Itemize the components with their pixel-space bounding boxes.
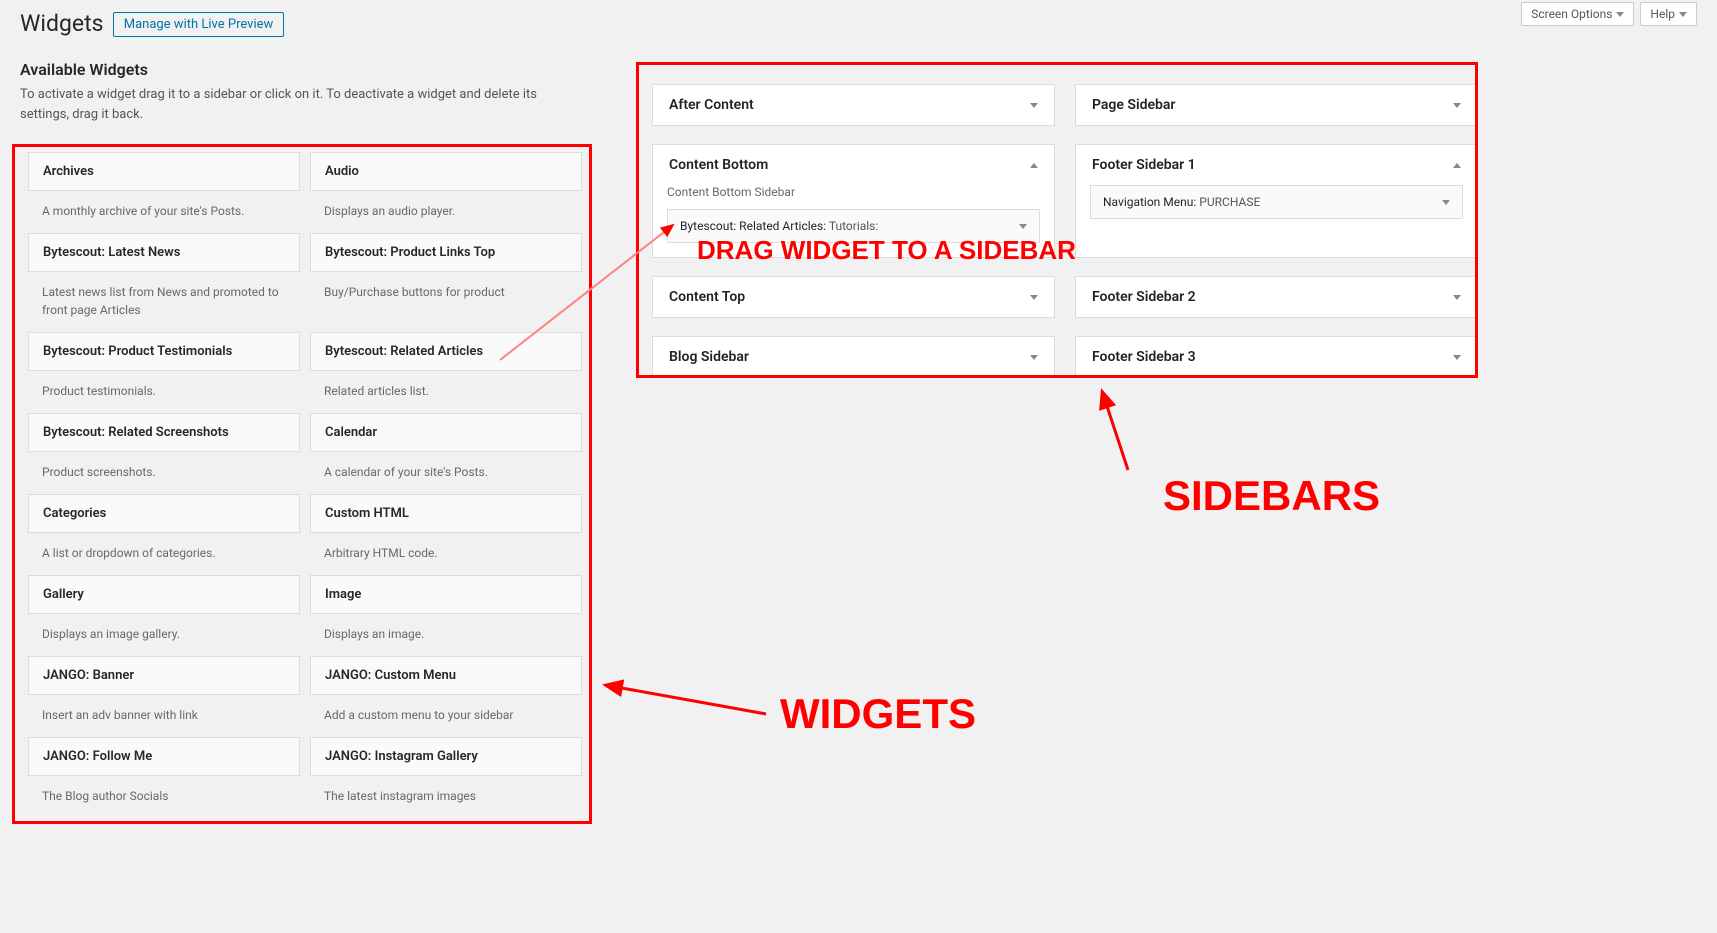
chevron-down-icon xyxy=(1030,295,1038,300)
available-widgets-description: To activate a widget drag it to a sideba… xyxy=(20,85,560,124)
available-widget[interactable]: Categories xyxy=(28,494,300,533)
available-widget-description: Add a custom menu to your sidebar xyxy=(310,695,582,737)
available-widget-description: Related articles list. xyxy=(310,371,582,413)
available-widget[interactable]: Bytescout: Related Screenshots xyxy=(28,413,300,452)
chevron-up-icon xyxy=(1453,163,1461,168)
help-button[interactable]: Help xyxy=(1640,2,1697,26)
available-widget[interactable]: Calendar xyxy=(310,413,582,452)
available-widget-description: Displays an image gallery. xyxy=(28,614,300,656)
screen-options-button[interactable]: Screen Options xyxy=(1521,2,1634,26)
available-widget-description: Product testimonials. xyxy=(28,371,300,413)
available-widget-description: A list or dropdown of categories. xyxy=(28,533,300,575)
available-widget[interactable]: Bytescout: Product Links Top xyxy=(310,233,582,272)
sidebar-footer-2[interactable]: Footer Sidebar 2 xyxy=(1075,276,1478,318)
sidebar-title: Footer Sidebar 2 xyxy=(1092,289,1196,305)
chevron-down-icon xyxy=(1030,355,1038,360)
available-widget[interactable]: Gallery xyxy=(28,575,300,614)
chevron-down-icon xyxy=(1679,12,1687,17)
sidebar-title: Blog Sidebar xyxy=(669,349,749,365)
sidebar-page-sidebar[interactable]: Page Sidebar xyxy=(1075,84,1478,126)
available-widget-description: Product screenshots. xyxy=(28,452,300,494)
chevron-down-icon xyxy=(1616,12,1624,17)
chevron-down-icon xyxy=(1453,295,1461,300)
available-widget[interactable]: Bytescout: Latest News xyxy=(28,233,300,272)
sidebar-description: Content Bottom Sidebar xyxy=(667,185,1040,199)
available-widget[interactable]: JANGO: Follow Me xyxy=(28,737,300,776)
chevron-down-icon xyxy=(1442,200,1450,205)
available-widget-description: Displays an image. xyxy=(310,614,582,656)
live-preview-button[interactable]: Manage with Live Preview xyxy=(113,12,285,37)
widget-instance-navigation-menu[interactable]: Navigation Menu: PURCHASE xyxy=(1090,185,1463,219)
sidebars-panel: After Content Page Sidebar Content Botto… xyxy=(640,72,1490,390)
sidebar-title: Footer Sidebar 1 xyxy=(1092,157,1196,173)
sidebar-blog-sidebar[interactable]: Blog Sidebar xyxy=(652,336,1055,378)
available-widget-description: Buy/Purchase buttons for product xyxy=(310,272,582,314)
sidebar-content-bottom[interactable]: Content Bottom Content Bottom Sidebar By… xyxy=(652,144,1055,258)
available-widget[interactable]: Audio xyxy=(310,152,582,191)
help-label: Help xyxy=(1650,7,1675,21)
sidebar-footer-1[interactable]: Footer Sidebar 1 Navigation Menu: PURCHA… xyxy=(1075,144,1478,258)
widget-instance-label: Bytescout: Related Articles: Tutorials: xyxy=(680,219,878,233)
sidebar-footer-3[interactable]: Footer Sidebar 3 xyxy=(1075,336,1478,378)
sidebar-content-top[interactable]: Content Top xyxy=(652,276,1055,318)
sidebar-title: Content Top xyxy=(669,289,745,305)
widget-instance-label: Navigation Menu: PURCHASE xyxy=(1103,195,1260,209)
available-widget[interactable]: Bytescout: Product Testimonials xyxy=(28,332,300,371)
screen-options-label: Screen Options xyxy=(1531,7,1612,21)
available-widget-description: The latest instagram images xyxy=(310,776,582,818)
available-widget-description: A monthly archive of your site's Posts. xyxy=(28,191,300,233)
available-widget[interactable]: JANGO: Custom Menu xyxy=(310,656,582,695)
chevron-down-icon xyxy=(1019,224,1027,229)
sidebar-title: Page Sidebar xyxy=(1092,97,1175,113)
chevron-down-icon xyxy=(1453,355,1461,360)
sidebar-title: Footer Sidebar 3 xyxy=(1092,349,1196,365)
available-widget[interactable]: Archives xyxy=(28,152,300,191)
page-title: Widgets xyxy=(20,10,103,37)
available-widget[interactable]: JANGO: Instagram Gallery xyxy=(310,737,582,776)
available-widget[interactable]: Custom HTML xyxy=(310,494,582,533)
available-widget[interactable]: JANGO: Banner xyxy=(28,656,300,695)
available-widget-description: A calendar of your site's Posts. xyxy=(310,452,582,494)
available-widget-description: Insert an adv banner with link xyxy=(28,695,300,737)
sidebar-title: Content Bottom xyxy=(669,157,768,173)
available-widget[interactable]: Image xyxy=(310,575,582,614)
widget-instance-related-articles[interactable]: Bytescout: Related Articles: Tutorials: xyxy=(667,209,1040,243)
sidebar-after-content[interactable]: After Content xyxy=(652,84,1055,126)
chevron-down-icon xyxy=(1030,103,1038,108)
available-widget-description: Displays an audio player. xyxy=(310,191,582,233)
available-widget[interactable]: Bytescout: Related Articles xyxy=(310,332,582,371)
available-widget-description: Latest news list from News and promoted … xyxy=(28,272,300,332)
chevron-up-icon xyxy=(1030,163,1038,168)
available-widget-description: The Blog author Socials xyxy=(28,776,300,818)
screen-meta-links: Screen Options Help xyxy=(1521,2,1697,26)
chevron-down-icon xyxy=(1453,103,1461,108)
sidebar-title: After Content xyxy=(669,97,754,113)
available-widgets-panel: ArchivesA monthly archive of your site's… xyxy=(20,144,590,826)
available-widget-description: Arbitrary HTML code. xyxy=(310,533,582,575)
